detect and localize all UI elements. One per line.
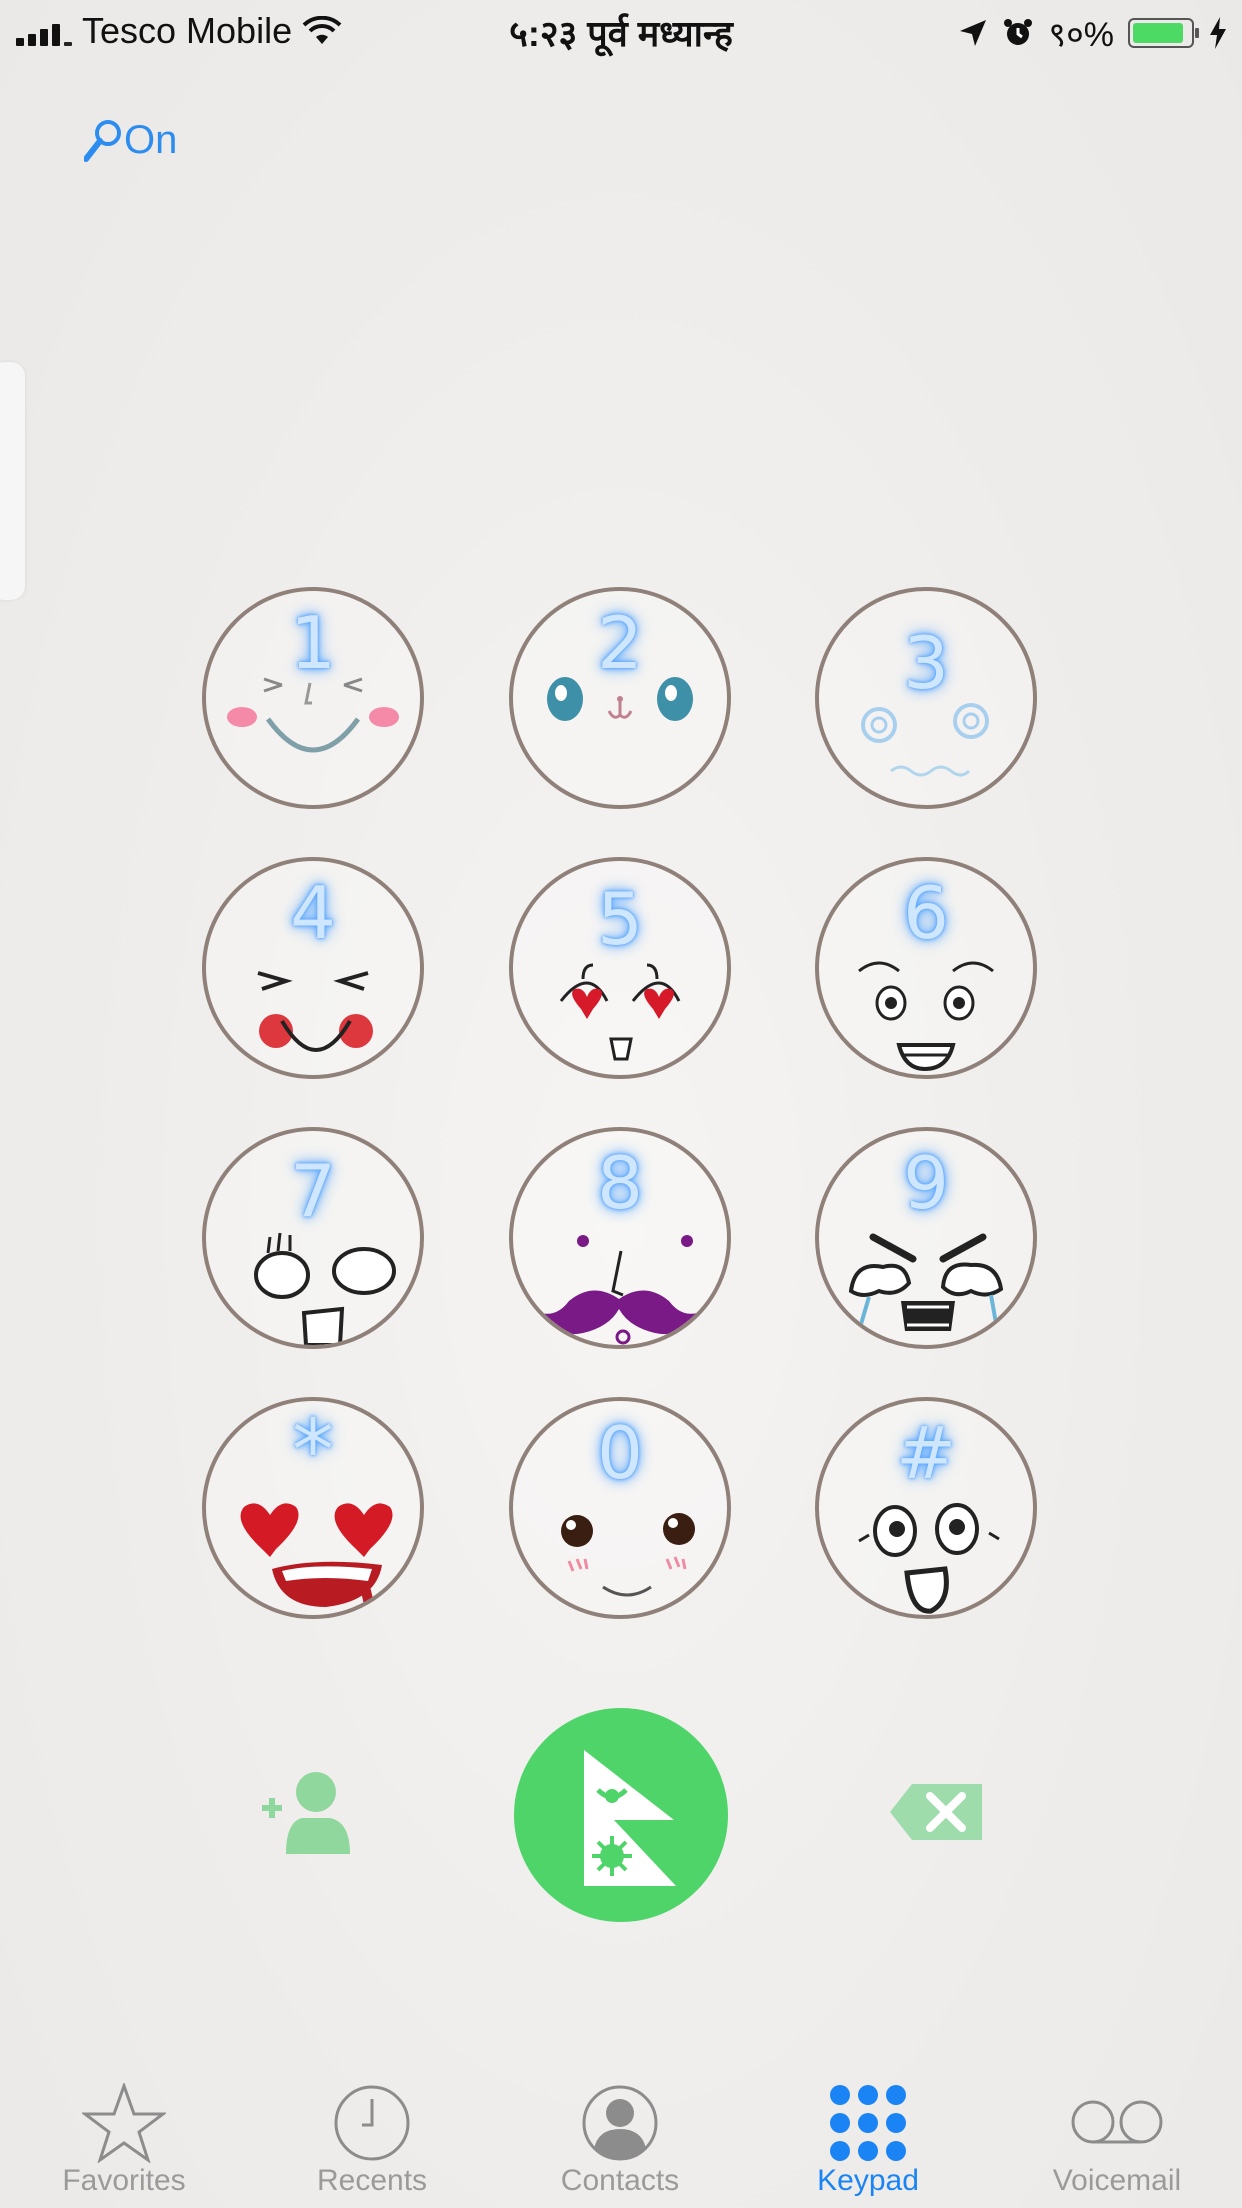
key-digit: 3	[903, 621, 949, 705]
key-digit: #	[895, 1411, 957, 1495]
search-toggle-label: On	[124, 118, 178, 162]
location-icon	[960, 20, 987, 46]
status-bar: Tesco Mobile ५:२३ पूर्व मध्यान्ह ९०%	[0, 0, 1242, 62]
key-digit: 6	[903, 871, 949, 955]
alarm-icon	[1004, 19, 1033, 45]
nepal-flag-icon	[584, 1750, 676, 1886]
key-5[interactable]: 5	[509, 857, 731, 1079]
tab-label: Favorites	[62, 2164, 186, 2197]
star-icon	[82, 2083, 166, 2163]
side-panel-handle[interactable]	[0, 362, 25, 600]
battery-percent: ९०%	[1048, 16, 1114, 54]
key-star[interactable]: *	[202, 1397, 424, 1619]
key-3[interactable]: 3	[815, 587, 1037, 809]
magnifier-icon	[84, 120, 121, 162]
call-button[interactable]	[514, 1708, 728, 1922]
key-hash[interactable]: #	[815, 1397, 1037, 1619]
key-digit: 1	[290, 601, 336, 685]
tab-favorites[interactable]: Favorites	[0, 2068, 248, 2208]
clock-icon	[334, 2085, 410, 2161]
tab-voicemail[interactable]: Voicemail	[992, 2068, 1242, 2208]
key-2[interactable]: 2	[509, 587, 731, 809]
delete-button[interactable]	[888, 1780, 988, 1844]
tab-recents[interactable]: Recents	[248, 2068, 496, 2208]
key-digit: 8	[597, 1141, 643, 1225]
tab-bar: Favorites Recents Contacts Keypad Voicem…	[0, 2068, 1242, 2208]
key-digit: *	[292, 1401, 334, 1499]
key-7[interactable]: 7	[202, 1127, 424, 1349]
status-right: ९०%	[958, 10, 1228, 56]
contact-icon	[582, 2085, 658, 2161]
key-digit: 5	[597, 877, 643, 961]
voicemail-icon	[1071, 2100, 1163, 2144]
key-digit: 0	[597, 1411, 643, 1495]
add-contact-button[interactable]	[256, 1762, 356, 1862]
charging-icon	[1210, 17, 1226, 49]
key-8[interactable]: 8	[509, 1127, 731, 1349]
search-toggle[interactable]: On	[84, 118, 177, 163]
delete-icon	[890, 1784, 982, 1840]
key-digit: 2	[597, 601, 643, 685]
key-9[interactable]: 9	[815, 1127, 1037, 1349]
tab-label: Contacts	[560, 2164, 680, 2197]
key-digit: 7	[290, 1149, 336, 1233]
battery-icon	[1128, 18, 1199, 48]
keypad-icon	[830, 2085, 906, 2161]
add-contact-icon	[262, 1772, 350, 1854]
key-digit: 4	[290, 871, 336, 955]
tab-label: Voicemail	[1052, 2164, 1182, 2197]
key-1[interactable]: 1	[202, 587, 424, 809]
tab-contacts[interactable]: Contacts	[496, 2068, 744, 2208]
key-0[interactable]: 0	[509, 1397, 731, 1619]
key-6[interactable]: 6	[815, 857, 1037, 1079]
key-4[interactable]: 4	[202, 857, 424, 1079]
tab-keypad[interactable]: Keypad	[744, 2068, 992, 2208]
key-digit: 9	[903, 1141, 949, 1225]
tab-label: Keypad	[817, 2164, 919, 2197]
tab-label: Recents	[316, 2164, 428, 2197]
